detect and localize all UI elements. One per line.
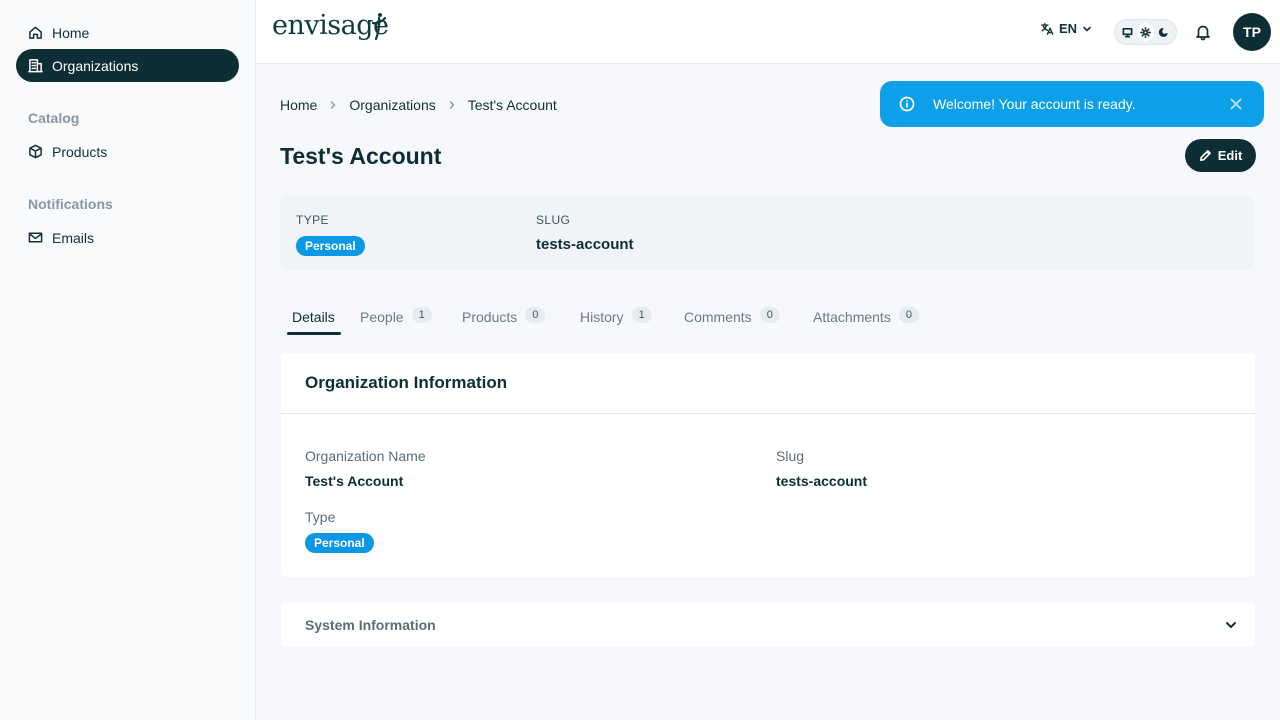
- type-badge: Personal: [296, 236, 365, 256]
- language-selector[interactable]: EN: [1040, 21, 1092, 36]
- tab-count: 0: [759, 307, 780, 323]
- bell-icon: [1196, 25, 1210, 41]
- type-badge-wrap: Personal: [305, 533, 374, 553]
- edit-button-label: Edit: [1217, 148, 1243, 163]
- tab-people[interactable]: People 1: [360, 300, 432, 336]
- sidebar-item-label: Emails: [52, 229, 95, 246]
- tab-label: Attachments: [813, 309, 891, 325]
- moon-icon: [1158, 27, 1168, 37]
- summary-slug-label: SLUG: [536, 213, 571, 227]
- language-label: EN: [1059, 21, 1078, 36]
- tab-label: People: [360, 309, 404, 325]
- chevron-right-icon: [331, 101, 336, 109]
- tab-count: 1: [411, 307, 432, 323]
- logo-figure-icon: [371, 13, 386, 41]
- type-label: Type: [305, 509, 336, 525]
- active-tab-indicator: [287, 332, 341, 335]
- org-name-label: Organization Name: [305, 448, 426, 464]
- summary-panel: TYPE Personal SLUG tests-account: [280, 196, 1254, 270]
- summary-type-badge: Personal: [296, 236, 365, 256]
- chevron-down-icon: [1083, 26, 1091, 31]
- system-info-accordion[interactable]: System Information: [281, 603, 1255, 647]
- sidebar-item-label: Organizations: [52, 57, 139, 74]
- organization-info-card: Organization Information Organization Na…: [281, 353, 1255, 577]
- breadcrumb-organizations[interactable]: Organizations: [349, 97, 435, 113]
- sidebar-item-products[interactable]: Products: [16, 135, 239, 168]
- sidebar-item-organizations[interactable]: Organizations: [16, 49, 239, 82]
- type-badge: Personal: [305, 533, 374, 553]
- sidebar-item-home[interactable]: Home: [16, 16, 239, 49]
- monitor-icon: [1122, 27, 1133, 37]
- system-info-title: System Information: [305, 617, 436, 633]
- toast-message: Welcome! Your account is ready.: [933, 96, 1136, 112]
- org-name-value: Test's Account: [305, 473, 404, 489]
- sidebar: Home Organizations Catalog Products Noti…: [0, 0, 256, 720]
- sidebar-item-label: Products: [52, 143, 108, 160]
- tab-count: 1: [631, 307, 652, 323]
- chevron-down-icon: [1223, 617, 1239, 633]
- breadcrumb: Home Organizations Test's Account: [280, 97, 557, 113]
- tab-comments[interactable]: Comments 0: [684, 300, 780, 336]
- mail-icon: [28, 232, 43, 243]
- box-icon: [29, 144, 42, 159]
- translate-icon: [1041, 22, 1054, 35]
- home-icon: [29, 26, 42, 39]
- theme-toggle[interactable]: [1114, 19, 1177, 45]
- sidebar-section-catalog: Catalog: [28, 110, 80, 126]
- divider: [281, 413, 1255, 414]
- notifications-button[interactable]: [1194, 23, 1212, 41]
- tab-bar: Details People 1 Products 0 History 1 Co…: [280, 300, 1254, 336]
- tab-label: Products: [462, 309, 518, 325]
- sidebar-item-label: Home: [52, 24, 90, 41]
- tab-products[interactable]: Products 0: [462, 300, 546, 336]
- slug-value: tests-account: [776, 473, 868, 489]
- tab-attachments[interactable]: Attachments 0: [813, 300, 919, 336]
- theme-system-option[interactable]: [1119, 23, 1137, 41]
- sun-icon: [1140, 26, 1151, 38]
- chevron-right-icon: [449, 101, 454, 109]
- theme-dark-option[interactable]: [1154, 23, 1172, 41]
- summary-slug-value: tests-account: [536, 236, 634, 253]
- sidebar-section-notifications: Notifications: [28, 196, 113, 212]
- tab-count: 0: [898, 307, 919, 323]
- tab-count: 0: [525, 307, 546, 323]
- building-icon: [28, 59, 43, 73]
- info-icon: [899, 96, 915, 112]
- edit-button[interactable]: Edit: [1185, 139, 1256, 172]
- welcome-toast: Welcome! Your account is ready.: [880, 81, 1264, 127]
- sidebar-item-emails[interactable]: Emails: [16, 221, 239, 254]
- summary-type-label: TYPE: [296, 213, 329, 227]
- tab-label: Comments: [684, 309, 752, 325]
- user-avatar[interactable]: TP: [1233, 13, 1271, 51]
- theme-light-option[interactable]: [1136, 23, 1155, 41]
- pencil-icon: [1199, 150, 1211, 161]
- page-title: Test's Account: [280, 143, 442, 169]
- top-bar: envisage EN TP: [256, 0, 1280, 64]
- slug-label: Slug: [776, 448, 805, 464]
- tab-label: Details: [292, 309, 335, 325]
- card-title: Organization Information: [305, 373, 508, 392]
- breadcrumb-current: Test's Account: [467, 97, 557, 113]
- close-icon[interactable]: [1229, 97, 1243, 111]
- breadcrumb-home[interactable]: Home: [280, 97, 317, 113]
- tab-history[interactable]: History 1: [580, 300, 652, 336]
- tab-details[interactable]: Details: [292, 300, 335, 336]
- tab-label: History: [580, 309, 624, 325]
